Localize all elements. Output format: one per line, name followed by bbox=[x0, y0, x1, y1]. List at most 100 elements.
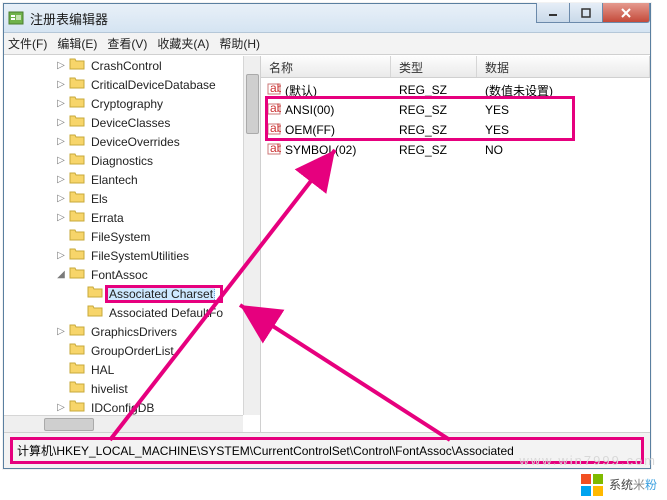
statusbar-path: 计算机\HKEY_LOCAL_MACHINE\SYSTEM\CurrentCon… bbox=[17, 444, 514, 458]
column-header-name[interactable]: 名称 bbox=[261, 56, 391, 77]
window-controls bbox=[537, 3, 650, 23]
expander-closed-icon[interactable]: ▷ bbox=[54, 116, 68, 130]
tree-item[interactable]: ▷ Errata bbox=[4, 208, 243, 227]
string-value-icon: ab bbox=[267, 102, 281, 119]
regedit-window: 注册表编辑器 文件(F) 编辑(E) 查看(V) 收藏夹(A) 帮助(H) ▷C… bbox=[3, 3, 651, 469]
list-row[interactable]: abANSI(00)REG_SZYES bbox=[261, 100, 650, 120]
column-header-type[interactable]: 类型 bbox=[391, 56, 477, 77]
svg-text:ab: ab bbox=[270, 102, 281, 115]
branding-text: 系统米粉 bbox=[609, 476, 657, 494]
tree-item[interactable]: ▷ DeviceClasses bbox=[4, 113, 243, 132]
folder-icon bbox=[69, 57, 89, 74]
expander-open-icon[interactable]: ◢ bbox=[54, 268, 68, 282]
tree-item-label: Errata bbox=[89, 211, 126, 225]
expander-none bbox=[54, 230, 68, 244]
list-cell-type: REG_SZ bbox=[391, 123, 477, 137]
expander-closed-icon[interactable]: ▷ bbox=[54, 249, 68, 263]
svg-text:ab: ab bbox=[270, 82, 281, 95]
tree-item[interactable]: ▷CrashControl bbox=[4, 56, 243, 75]
folder-icon bbox=[69, 323, 89, 340]
tree-item-label: DeviceOverrides bbox=[89, 135, 182, 149]
folder-icon bbox=[69, 95, 89, 112]
list-cell-data: YES bbox=[477, 103, 650, 117]
tree-item-label: Associated Charset bbox=[107, 286, 215, 302]
annotation-highlight-tree-item: Associated Charset bbox=[107, 287, 221, 301]
expander-closed-icon[interactable]: ▷ bbox=[54, 78, 68, 92]
tree-item[interactable]: Associated DefaultFo bbox=[4, 303, 243, 322]
tree-item[interactable]: ◢ FontAssoc bbox=[4, 265, 243, 284]
tree-item-label: Associated DefaultFo bbox=[107, 306, 225, 320]
tree-item[interactable]: FileSystem bbox=[4, 227, 243, 246]
tree-item[interactable]: ▷ Diagnostics bbox=[4, 151, 243, 170]
folder-icon bbox=[69, 209, 89, 226]
tree-item-label: CriticalDeviceDatabase bbox=[89, 78, 218, 92]
expander-closed-icon[interactable]: ▷ bbox=[54, 154, 68, 168]
minimize-button[interactable] bbox=[536, 3, 570, 23]
folder-icon bbox=[69, 247, 89, 264]
tree-pane: ▷CrashControl▷CriticalDeviceDatabase▷Cry… bbox=[4, 56, 261, 432]
tree-item[interactable]: ▷GraphicsDrivers bbox=[4, 322, 243, 341]
titlebar: 注册表编辑器 bbox=[4, 4, 650, 33]
folder-icon bbox=[69, 152, 89, 169]
list-cell-data: YES bbox=[477, 123, 650, 137]
list-cell-type: REG_SZ bbox=[391, 83, 477, 97]
tree-item[interactable]: ▷ Elantech bbox=[4, 170, 243, 189]
menu-view[interactable]: 查看(V) bbox=[107, 35, 147, 52]
list-row[interactable]: abOEM(FF)REG_SZYES bbox=[261, 120, 650, 140]
tree-vertical-scrollbar[interactable] bbox=[243, 56, 260, 415]
expander-closed-icon[interactable]: ▷ bbox=[54, 401, 68, 415]
list-row[interactable]: ab(默认)REG_SZ(数值未设置) bbox=[261, 80, 650, 100]
watermark: www.win7999.com bbox=[519, 453, 657, 468]
tree-item-label: DeviceClasses bbox=[89, 116, 172, 130]
tree-item[interactable]: HAL bbox=[4, 360, 243, 379]
tree-item-label: Diagnostics bbox=[89, 154, 155, 168]
menu-help[interactable]: 帮助(H) bbox=[219, 35, 260, 52]
expander-closed-icon[interactable]: ▷ bbox=[54, 59, 68, 73]
tree-item[interactable]: ▷ DeviceOverrides bbox=[4, 132, 243, 151]
tree-item[interactable]: ▷IDConfigDB bbox=[4, 398, 243, 415]
column-header-data[interactable]: 数据 bbox=[477, 56, 650, 77]
expander-closed-icon[interactable]: ▷ bbox=[54, 97, 68, 111]
tree-item-label: FontAssoc bbox=[89, 268, 150, 282]
folder-icon bbox=[69, 380, 89, 397]
menu-file[interactable]: 文件(F) bbox=[8, 35, 47, 52]
expander-closed-icon[interactable]: ▷ bbox=[54, 325, 68, 339]
folder-icon bbox=[69, 399, 89, 415]
folder-icon bbox=[69, 133, 89, 150]
svg-text:ab: ab bbox=[270, 122, 281, 135]
tree-view[interactable]: ▷CrashControl▷CriticalDeviceDatabase▷Cry… bbox=[4, 56, 243, 415]
list-cell-type: REG_SZ bbox=[391, 103, 477, 117]
tree-horizontal-scrollbar[interactable] bbox=[4, 415, 243, 432]
expander-closed-icon[interactable]: ▷ bbox=[54, 211, 68, 225]
window-title: 注册表编辑器 bbox=[30, 9, 108, 28]
folder-icon bbox=[69, 342, 89, 359]
branding-logo: 系统米粉 bbox=[581, 474, 657, 496]
expander-none bbox=[72, 287, 86, 301]
tree-item-label: Els bbox=[89, 192, 110, 206]
close-button[interactable] bbox=[602, 3, 650, 23]
maximize-button[interactable] bbox=[569, 3, 603, 23]
list-cell-type: REG_SZ bbox=[391, 143, 477, 157]
list-row[interactable]: abSYMBOL(02)REG_SZNO bbox=[261, 140, 650, 160]
tree-item[interactable]: Associated Charset bbox=[4, 284, 243, 303]
tree-item[interactable]: ▷ Els bbox=[4, 189, 243, 208]
list-cell-data: (数值未设置) bbox=[477, 82, 650, 99]
tree-item-label: Elantech bbox=[89, 173, 140, 187]
expander-closed-icon[interactable]: ▷ bbox=[54, 173, 68, 187]
menubar: 文件(F) 编辑(E) 查看(V) 收藏夹(A) 帮助(H) bbox=[4, 33, 650, 55]
tree-item[interactable]: ▷Cryptography bbox=[4, 94, 243, 113]
tree-item-label: HAL bbox=[89, 363, 116, 377]
expander-none bbox=[54, 344, 68, 358]
expander-closed-icon[interactable]: ▷ bbox=[54, 135, 68, 149]
tree-item[interactable]: hivelist bbox=[4, 379, 243, 398]
tree-item-label: hivelist bbox=[89, 382, 130, 396]
body-area: ▷CrashControl▷CriticalDeviceDatabase▷Cry… bbox=[4, 56, 650, 432]
tree-item[interactable]: ▷FileSystemUtilities bbox=[4, 246, 243, 265]
list-pane: 名称 类型 数据 ab(默认)REG_SZ(数值未设置)abANSI(00)RE… bbox=[261, 56, 650, 432]
expander-closed-icon[interactable]: ▷ bbox=[54, 192, 68, 206]
list-body[interactable]: ab(默认)REG_SZ(数值未设置)abANSI(00)REG_SZYESab… bbox=[261, 78, 650, 160]
menu-edit[interactable]: 编辑(E) bbox=[57, 35, 97, 52]
tree-item[interactable]: GroupOrderList bbox=[4, 341, 243, 360]
tree-item[interactable]: ▷ CriticalDeviceDatabase bbox=[4, 75, 243, 94]
menu-favorites[interactable]: 收藏夹(A) bbox=[157, 35, 209, 52]
